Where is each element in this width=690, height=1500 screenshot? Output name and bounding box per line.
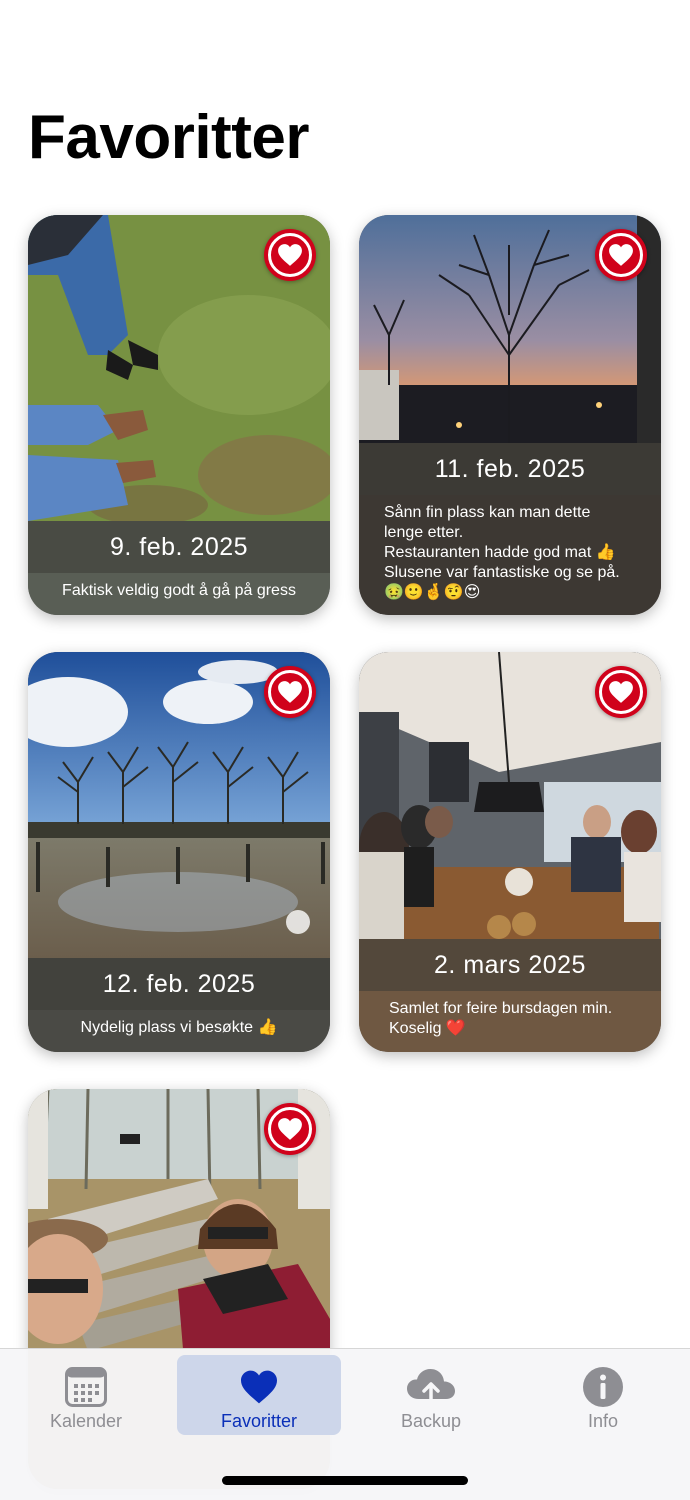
tab-label: Backup bbox=[400, 1411, 462, 1431]
tab-favoritter[interactable]: Favoritter bbox=[177, 1355, 341, 1435]
heart-icon bbox=[609, 681, 633, 703]
favorite-toggle[interactable] bbox=[595, 666, 647, 718]
heart-icon bbox=[278, 681, 302, 703]
calendar-icon bbox=[65, 1363, 107, 1411]
card-note: Nydelig plass vi besøkte 👍 bbox=[80, 1019, 278, 1036]
favorite-toggle[interactable] bbox=[264, 229, 316, 281]
card-note: Samlet for feire bursdagen min. Koselig … bbox=[389, 1000, 613, 1037]
favorite-toggle[interactable] bbox=[595, 229, 647, 281]
tab-kalender[interactable]: Kalender bbox=[4, 1355, 168, 1435]
tab-label: Kalender bbox=[49, 1411, 123, 1431]
card-info-panel: 11. feb. 2025 Sånn fin plass kan man det… bbox=[359, 443, 661, 615]
heart-icon bbox=[278, 244, 302, 266]
heart-icon bbox=[278, 1118, 302, 1140]
card-note: Faktisk veldig godt å gå på gress bbox=[62, 582, 296, 599]
tab-backup[interactable]: Backup bbox=[349, 1355, 513, 1435]
home-indicator bbox=[222, 1476, 468, 1485]
favorite-toggle[interactable] bbox=[264, 1103, 316, 1155]
favorite-card[interactable]: 9. feb. 2025 Faktisk veldig godt å gå på… bbox=[28, 215, 330, 615]
card-info-panel: 2. mars 2025 Samlet for feire bursdagen … bbox=[359, 939, 661, 1052]
tab-label: Favoritter bbox=[220, 1411, 298, 1431]
card-date: 2. mars 2025 bbox=[359, 939, 661, 991]
favorite-card[interactable]: 11. feb. 2025 Sånn fin plass kan man det… bbox=[359, 215, 661, 615]
card-note: Sånn fin plass kan man dette lenge etter… bbox=[384, 504, 620, 601]
cloud-upload-icon bbox=[405, 1363, 457, 1411]
heart-icon bbox=[609, 244, 633, 266]
favorite-card[interactable]: 12. feb. 2025 Nydelig plass vi besøkte 👍 bbox=[28, 652, 330, 1052]
tab-info[interactable]: Info bbox=[521, 1355, 685, 1435]
info-icon bbox=[582, 1363, 624, 1411]
favorite-toggle[interactable] bbox=[264, 666, 316, 718]
favorite-card[interactable]: 2. mars 2025 Samlet for feire bursdagen … bbox=[359, 652, 661, 1052]
card-date: 11. feb. 2025 bbox=[359, 443, 661, 495]
card-date: 9. feb. 2025 bbox=[28, 521, 330, 573]
tab-label: Info bbox=[587, 1411, 619, 1431]
card-info-panel: 12. feb. 2025 Nydelig plass vi besøkte 👍 bbox=[28, 958, 330, 1052]
card-info-panel: 9. feb. 2025 Faktisk veldig godt å gå på… bbox=[28, 521, 330, 615]
card-date: 12. feb. 2025 bbox=[28, 958, 330, 1010]
page-title: Favoritter bbox=[28, 103, 309, 172]
heart-icon bbox=[239, 1363, 279, 1411]
